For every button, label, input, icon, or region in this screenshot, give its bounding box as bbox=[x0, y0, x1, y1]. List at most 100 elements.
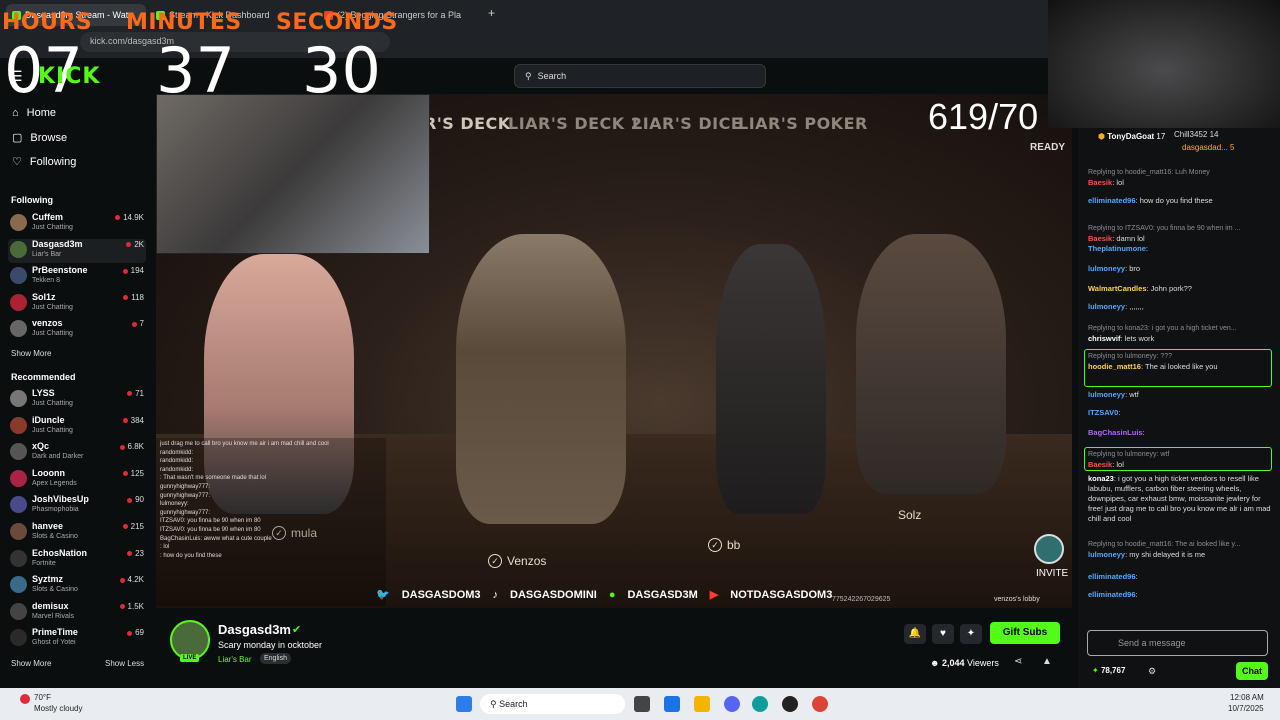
chat-message[interactable]: Replying to lulmoneyy: wtf Baesik: lol bbox=[1088, 450, 1274, 470]
chat-message[interactable]: BagChasinLuis: bbox=[1088, 428, 1274, 438]
obs-icon[interactable] bbox=[782, 696, 798, 712]
chat-send-button[interactable]: Chat bbox=[1236, 662, 1268, 680]
chat-message[interactable]: Replying to lulmoneyy: ??? hoodie_matt16:… bbox=[1088, 352, 1274, 372]
chat-username[interactable]: lulmoneyy bbox=[1088, 550, 1125, 559]
recommended-show-more[interactable]: Show More bbox=[11, 659, 51, 668]
sidebar-channel[interactable]: Sol1z Just Chatting 118 bbox=[8, 292, 146, 316]
share-icon[interactable]: ⋖ bbox=[1014, 656, 1022, 667]
sidebar-channel[interactable]: Syztmz Slots & Casino 4.2K bbox=[8, 574, 146, 598]
weather-temp[interactable]: 70°F bbox=[34, 693, 51, 702]
chat-message[interactable]: ITZSAV0: bbox=[1088, 408, 1274, 418]
chat-colon: : bbox=[1142, 428, 1145, 437]
channel-category: Dark and Darker bbox=[32, 453, 84, 461]
sidebar-channel[interactable]: Looonn Apex Legends 125 bbox=[8, 468, 146, 492]
streamer-name[interactable]: Dasgasd3m bbox=[218, 622, 291, 637]
sidebar-channel[interactable]: venzos Just Chatting 7 bbox=[8, 318, 146, 342]
language-tag[interactable]: English bbox=[260, 653, 291, 664]
chat-username[interactable]: lulmoneyy bbox=[1088, 302, 1125, 311]
sidebar-channel[interactable]: hanvee Slots & Casino 215 bbox=[8, 521, 146, 545]
sidebar-channel[interactable]: iDuncle Just Chatting 384 bbox=[8, 415, 146, 439]
chat-username[interactable]: Baesik bbox=[1088, 460, 1112, 469]
channel-category: Liar's Bar bbox=[32, 250, 62, 258]
following-show-more[interactable]: Show More bbox=[11, 349, 51, 358]
chat-message[interactable]: Replying to kona23: i got you a high tic… bbox=[1088, 324, 1274, 344]
chat-message[interactable]: lulmoneyy: ,,,,,,, bbox=[1088, 302, 1274, 312]
chat-username[interactable]: Theplatinumone bbox=[1088, 244, 1146, 253]
chat-message[interactable]: Replying to hoodie_matt16: Luh Money Baes… bbox=[1088, 168, 1274, 188]
invite-icon[interactable] bbox=[1034, 534, 1064, 564]
kick-logo[interactable]: KICK bbox=[38, 64, 100, 89]
edge-icon[interactable] bbox=[752, 696, 768, 712]
nav-home[interactable]: ⌂ Home bbox=[12, 107, 56, 119]
channel-points[interactable]: ✦ 78,767 bbox=[1092, 666, 1125, 675]
chat-username[interactable]: hoodie_matt16 bbox=[1088, 362, 1141, 371]
chat-message[interactable]: lulmoneyy: bro bbox=[1088, 264, 1274, 274]
channel-category: Phasmophobia bbox=[32, 506, 79, 514]
sidebar-channel[interactable]: Dasgasd3m Liar's Bar 2K bbox=[8, 238, 146, 263]
task-view-icon[interactable] bbox=[634, 696, 650, 712]
chat-username[interactable]: elliminated96 bbox=[1088, 590, 1136, 599]
nav-following[interactable]: ♡ Following bbox=[12, 155, 77, 169]
chat-username[interactable]: elliminated96 bbox=[1088, 196, 1136, 205]
chat-username[interactable]: lulmoneyy bbox=[1088, 264, 1125, 273]
viewer-number: 2,044 bbox=[941, 658, 965, 668]
chat-username[interactable]: Baesik bbox=[1088, 178, 1112, 187]
avatar bbox=[10, 523, 27, 540]
sidebar-channel[interactable]: Cuffem Just Chatting 14.9K bbox=[8, 212, 146, 236]
chat-username[interactable]: chriswvif bbox=[1088, 334, 1121, 343]
chrome-icon[interactable] bbox=[812, 696, 828, 712]
player-label-3: ✓ bb bbox=[708, 538, 740, 552]
store-icon[interactable] bbox=[664, 696, 680, 712]
chat-username[interactable]: WalmartCandles bbox=[1088, 284, 1147, 293]
ingame-chat-line: randomkidd: bbox=[160, 466, 194, 473]
video-player[interactable]: R'S DECK LIAR'S DECK 2 LIAR'S DICE LIAR'… bbox=[156, 94, 1072, 608]
chat-message-input[interactable]: Send a message bbox=[1087, 630, 1268, 656]
new-tab-button[interactable]: + bbox=[488, 6, 495, 20]
sidebar-channel[interactable]: JoshVibesUp Phasmophobia 90 bbox=[8, 494, 146, 518]
chat-username[interactable]: BagChasinLuis bbox=[1088, 428, 1143, 437]
sidebar-channel[interactable]: LYSS Just Chatting 71 bbox=[8, 388, 146, 412]
chat-username[interactable]: elliminated96 bbox=[1088, 572, 1136, 581]
discord-icon[interactable] bbox=[724, 696, 740, 712]
menu-icon[interactable]: ☰ bbox=[10, 68, 23, 85]
file-explorer-icon[interactable] bbox=[694, 696, 710, 712]
gift-subs-button[interactable]: Gift Subs bbox=[990, 622, 1060, 644]
sidebar-channel[interactable]: PrimeTime Ghost of Yotei 69 bbox=[8, 627, 146, 651]
chat-message[interactable]: Replying to ITZSAV0: you finna be 90 whe… bbox=[1088, 224, 1274, 244]
report-icon[interactable]: ▲ bbox=[1042, 656, 1052, 667]
stream-info: LIVE Dasgasd3m ✔ Scary monday in ocktobe… bbox=[156, 612, 1072, 688]
chat-message[interactable]: Theplatinumone: bbox=[1088, 244, 1274, 254]
windows-start-icon[interactable] bbox=[456, 696, 472, 712]
clip-icon[interactable]: ✦ bbox=[960, 624, 982, 644]
chat-settings-icon[interactable]: ⚙ bbox=[1148, 666, 1156, 677]
chat-message[interactable]: lulmoneyy: wtf bbox=[1088, 390, 1274, 400]
points-value: 78,767 bbox=[1100, 666, 1126, 675]
chat-message[interactable]: elliminated96: how do you find these bbox=[1088, 196, 1274, 206]
chat-message[interactable]: Replying to hoodie_matt16: The ai looked… bbox=[1088, 540, 1274, 560]
stream-category[interactable]: Liar's Bar bbox=[218, 655, 252, 664]
taskbar-search[interactable]: ⚲ Search bbox=[480, 694, 625, 714]
invite-label: INVITE bbox=[1036, 568, 1069, 579]
sidebar-channel[interactable]: EchosNation Fortnite 23 bbox=[8, 548, 146, 572]
nav-label: Following bbox=[29, 155, 77, 168]
nav-browse[interactable]: ▢ Browse bbox=[12, 131, 67, 145]
chat-colon: : bbox=[1118, 408, 1121, 417]
follow-heart-icon[interactable]: ♥ bbox=[932, 624, 954, 644]
chat-username[interactable]: Baesik bbox=[1088, 234, 1112, 243]
weather-desc: Mostly cloudy bbox=[34, 704, 83, 713]
sidebar-channel[interactable]: PrBeenstone Tekken 8 194 bbox=[8, 265, 146, 289]
chat-message[interactable]: WalmartCandles: John pork?? bbox=[1088, 284, 1274, 294]
notification-bell-icon[interactable]: 🔔 bbox=[904, 624, 926, 644]
chat-message[interactable]: kona23: i got you a high ticket vendors … bbox=[1088, 474, 1274, 524]
clock-time[interactable]: 12:08 AM bbox=[1230, 693, 1264, 702]
recommended-show-less[interactable]: Show Less bbox=[105, 659, 144, 668]
search-input[interactable]: ⚲ Search bbox=[514, 64, 766, 88]
chat-username[interactable]: ITZSAV0 bbox=[1088, 408, 1118, 417]
sidebar-channel[interactable]: demisux Marvel Rivals 1.5K bbox=[8, 601, 146, 625]
chat-message[interactable]: elliminated96: bbox=[1088, 590, 1274, 600]
chat-text: John pork?? bbox=[1150, 284, 1192, 293]
chat-username[interactable]: lulmoneyy bbox=[1088, 390, 1125, 399]
sidebar-channel[interactable]: xQc Dark and Darker 6.8K bbox=[8, 441, 146, 465]
chat-message[interactable]: elliminated96: bbox=[1088, 572, 1274, 582]
chat-username[interactable]: kona23 bbox=[1088, 474, 1114, 483]
